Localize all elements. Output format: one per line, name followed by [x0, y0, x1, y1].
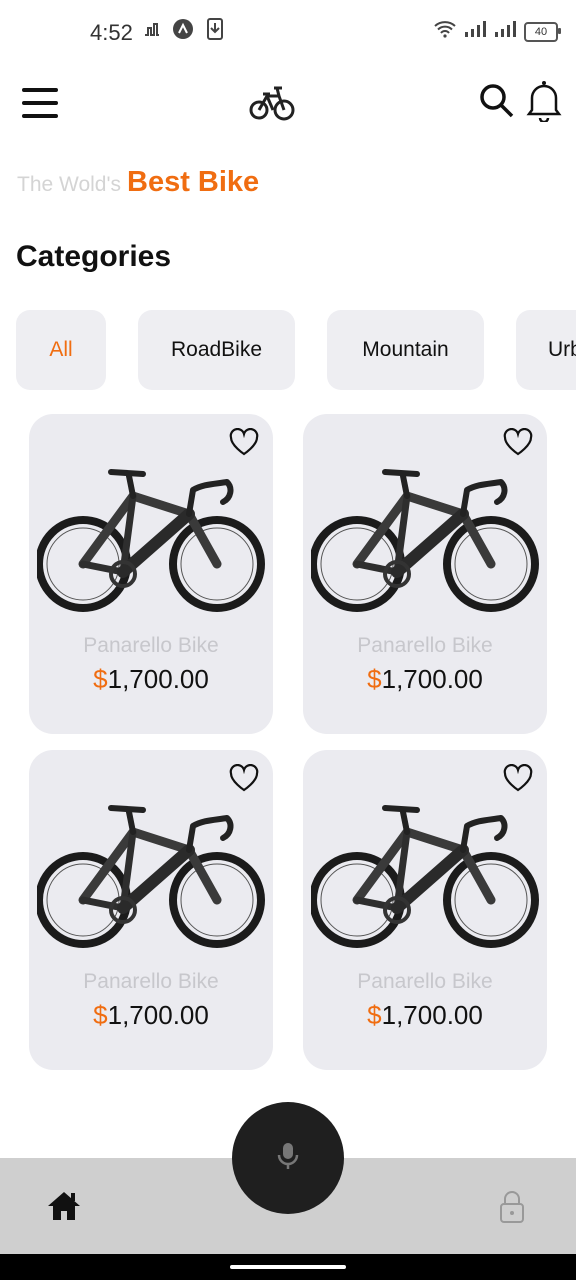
- app-notification-icon: [172, 18, 194, 40]
- product-price: $1,700.00: [367, 1000, 483, 1030]
- product-price: $1,700.00: [93, 664, 209, 694]
- bike-image: [309, 790, 539, 954]
- tagline-highlight: Best Bike: [127, 166, 260, 198]
- bell-icon[interactable]: [526, 78, 564, 124]
- menu-icon[interactable]: [22, 88, 58, 120]
- signal-icon: [464, 20, 486, 43]
- product-card[interactable]: Panarello Bike $1,700.00: [29, 750, 273, 1070]
- battery-level: 40: [534, 25, 548, 38]
- microphone-icon: [277, 1141, 299, 1176]
- bike-image: [35, 790, 265, 954]
- heart-icon[interactable]: [229, 763, 259, 792]
- search-icon[interactable]: [478, 82, 516, 120]
- system-icons: 40: [434, 20, 561, 43]
- home-indicator[interactable]: [230, 1265, 346, 1269]
- lock-icon[interactable]: [498, 1190, 526, 1224]
- system-navigation-bar: [0, 1254, 576, 1280]
- product-name: Panarello Bike: [357, 634, 493, 657]
- product-name: Panarello Bike: [83, 970, 219, 993]
- product-name: Panarello Bike: [357, 970, 493, 993]
- home-icon[interactable]: [46, 1188, 82, 1224]
- product-card[interactable]: Panarello Bike $1,700.00: [29, 414, 273, 734]
- status-bar: 4:52 40: [0, 0, 576, 64]
- category-chip-all[interactable]: All: [16, 310, 106, 390]
- heart-icon[interactable]: [503, 763, 533, 792]
- tagline-prefix: The Wold's: [17, 173, 121, 196]
- signal-icon: [494, 20, 516, 43]
- product-card[interactable]: Panarello Bike $1,700.00: [303, 750, 547, 1070]
- category-chip-urban[interactable]: Urban: [516, 310, 576, 390]
- status-time: 4:52: [90, 20, 133, 45]
- category-chips: All RoadBike Mountain Urban: [16, 310, 576, 390]
- battery-icon: 40: [524, 21, 561, 42]
- wifi-icon: [434, 20, 456, 43]
- heart-icon[interactable]: [229, 427, 259, 456]
- product-price: $1,700.00: [93, 1000, 209, 1030]
- bike-image: [35, 454, 265, 618]
- bike-image: [309, 454, 539, 618]
- app-header: [0, 70, 576, 140]
- categories-title: Categories: [16, 240, 172, 273]
- notification-icons: [140, 18, 226, 40]
- tagline: The Wold's Best Bike: [17, 166, 259, 199]
- music-notification-icon: [140, 18, 162, 40]
- download-icon: [204, 18, 226, 40]
- category-chip-roadbike[interactable]: RoadBike: [138, 310, 295, 390]
- category-chip-mountain[interactable]: Mountain: [327, 310, 484, 390]
- bicycle-logo-icon: [248, 78, 296, 126]
- microphone-button[interactable]: [232, 1102, 344, 1214]
- heart-icon[interactable]: [503, 427, 533, 456]
- product-card[interactable]: Panarello Bike $1,700.00: [303, 414, 547, 734]
- product-price: $1,700.00: [367, 664, 483, 694]
- product-name: Panarello Bike: [83, 634, 219, 657]
